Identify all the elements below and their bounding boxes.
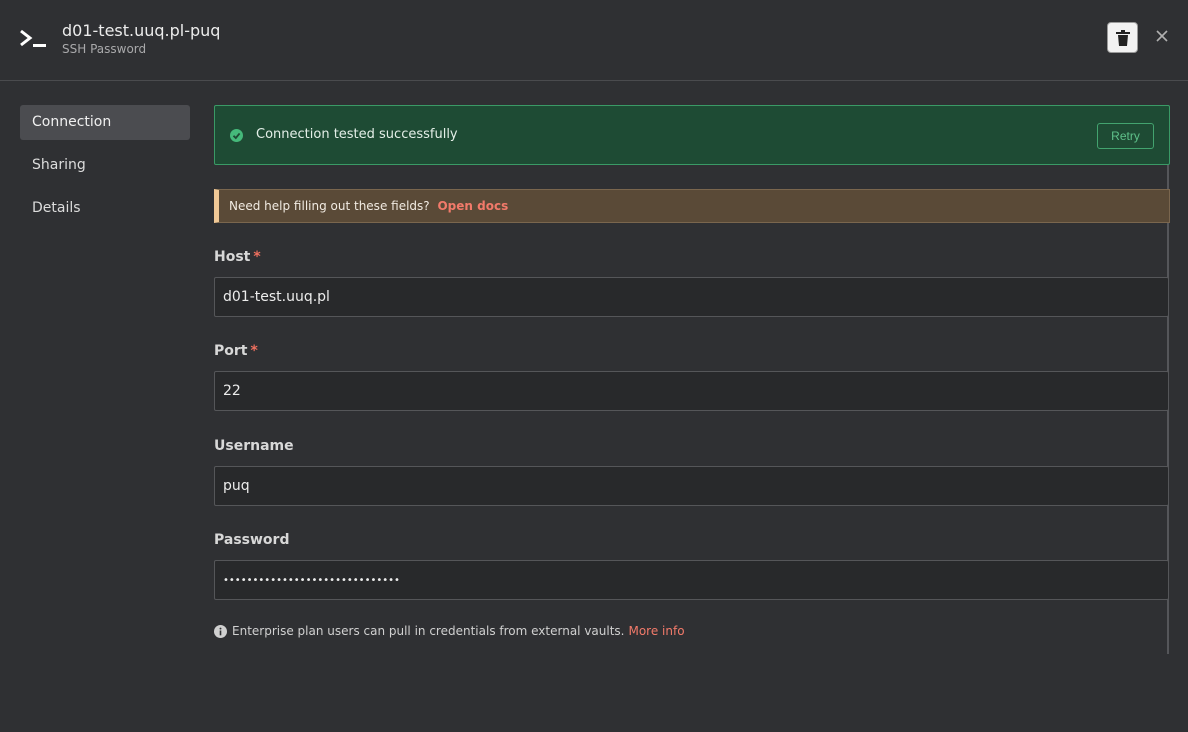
password-label: Password <box>214 532 290 548</box>
sidebar-item-sharing[interactable]: Sharing <box>20 148 190 183</box>
host-label: Host * <box>214 249 261 265</box>
required-mark: * <box>253 249 261 265</box>
terminal-icon <box>20 29 46 47</box>
sidebar-item-connection[interactable]: Connection <box>20 105 190 140</box>
username-label: Username <box>214 438 294 454</box>
help-text: Need help filling out these fields? <box>229 199 430 213</box>
info-circle-icon <box>214 624 227 638</box>
password-input[interactable] <box>214 560 1169 600</box>
open-docs-link[interactable]: Open docs <box>437 199 508 213</box>
retry-button[interactable]: Retry <box>1097 123 1154 149</box>
trash-icon <box>1115 29 1130 46</box>
port-label: Port * <box>214 343 258 359</box>
sidebar-nav: Connection Sharing Details <box>20 105 190 234</box>
required-mark: * <box>250 343 258 359</box>
help-text-line: Need help filling out these fields? Open… <box>229 199 508 213</box>
vault-info-text: Enterprise plan users can pull in creden… <box>232 624 625 638</box>
page-title: d01-test.uuq.pl-puq <box>62 21 221 40</box>
more-info-link[interactable]: More info <box>628 624 684 638</box>
close-icon <box>1156 30 1168 42</box>
username-input[interactable] <box>214 466 1169 506</box>
close-button[interactable] <box>1151 25 1173 47</box>
success-message: Connection tested successfully <box>256 127 458 142</box>
host-input[interactable] <box>214 277 1169 317</box>
help-banner: Need help filling out these fields? Open… <box>214 189 1170 223</box>
sidebar-item-details[interactable]: Details <box>20 191 190 226</box>
dialog-header: d01-test.uuq.pl-puq SSH Password <box>0 0 1188 81</box>
port-input[interactable] <box>214 371 1169 411</box>
delete-button[interactable] <box>1107 22 1138 53</box>
vault-info: Enterprise plan users can pull in creden… <box>214 624 685 638</box>
page-subtitle: SSH Password <box>62 42 147 56</box>
check-circle-icon <box>230 129 243 142</box>
success-banner: Connection tested successfully Retry <box>214 105 1170 165</box>
